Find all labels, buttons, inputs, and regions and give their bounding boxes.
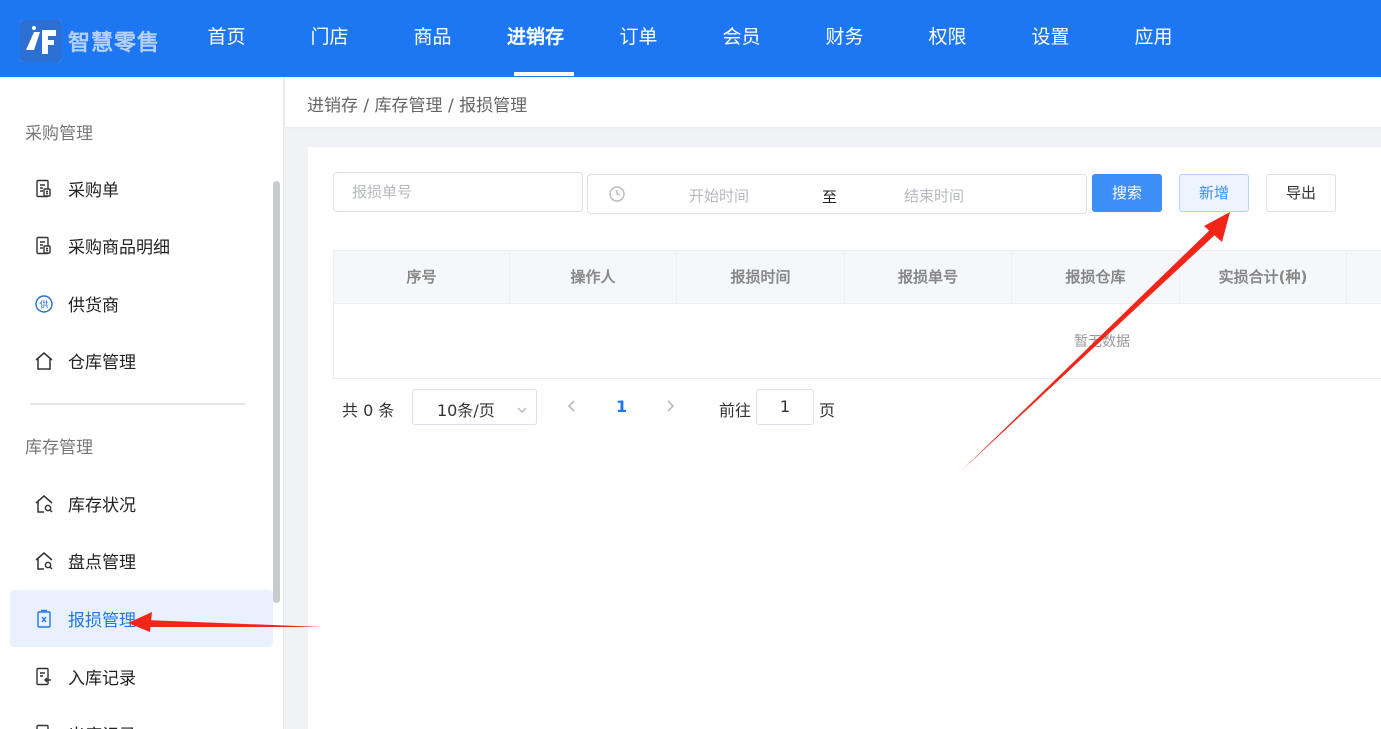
breadcrumb: 进销存 / 库存管理 / 报损管理 <box>307 96 528 116</box>
sidebar-item-label: 报损管理 <box>68 611 136 631</box>
goto-label: 前往 <box>719 401 752 420</box>
pagination-total: 共 0 条 <box>342 401 395 420</box>
date-range-picker[interactable]: 开始时间 至 结束时间 <box>587 174 1087 214</box>
house-search-icon <box>34 551 54 571</box>
nav-home[interactable]: 首页 <box>175 0 278 77</box>
clock-icon <box>608 185 626 207</box>
nav-apps[interactable]: 应用 <box>1102 0 1205 77</box>
house-search-icon <box>34 494 54 514</box>
sidebar-item-label: 仓库管理 <box>68 353 136 373</box>
prev-page-icon[interactable] <box>566 398 578 418</box>
column-header[interactable]: 实损合计(种) <box>1180 251 1347 304</box>
end-time-placeholder[interactable]: 结束时间 <box>904 185 964 206</box>
sidebar-divider <box>30 403 245 405</box>
breadcrumb-bar: 进销存 / 库存管理 / 报损管理 <box>285 77 1381 127</box>
sidebar-group-title: 采购管理 <box>25 124 93 144</box>
house-icon <box>34 351 54 371</box>
sidebar-item-label: 采购单 <box>68 181 119 201</box>
main-nav: 首页 门店 商品 进销存 订单 会员 财务 权限 设置 应用 <box>175 0 1205 77</box>
start-time-placeholder[interactable]: 开始时间 <box>689 185 749 206</box>
column-header[interactable]: 报损仓库 <box>1012 251 1180 304</box>
nav-permissions[interactable]: 权限 <box>896 0 999 77</box>
brand-name: 智慧零售 <box>68 30 161 56</box>
document-list-icon <box>34 236 54 256</box>
sidebar-item-label: 库存状况 <box>68 496 136 516</box>
column-header[interactable]: 报损单号 <box>845 251 1012 304</box>
damage-report-table: 序号 操作人 报损时间 报损单号 报损仓库 实损合计(种) 暂无数据 <box>333 250 1381 379</box>
svg-text:供: 供 <box>39 298 48 310</box>
nav-active-indicator <box>514 72 574 76</box>
sidebar-item-label: 供货商 <box>68 296 119 316</box>
column-header[interactable]: 操作人 <box>510 251 677 304</box>
sidebar-item-warehouse[interactable]: 仓库管理 <box>10 332 273 389</box>
sidebar-item-stock-status[interactable]: 库存状况 <box>10 475 273 532</box>
column-header[interactable]: 序号 <box>334 251 510 304</box>
top-navbar: 智慧零售 首页 门店 商品 进销存 订单 会员 财务 权限 设置 应用 <box>0 0 1381 77</box>
outbound-doc-icon <box>34 724 54 729</box>
page-size-select[interactable]: 10条/页 <box>412 389 537 425</box>
sidebar-item-label: 采购商品明细 <box>68 238 170 258</box>
current-page-number[interactable]: 1 <box>616 397 627 416</box>
table-header: 序号 操作人 报损时间 报损单号 报损仓库 实损合计(种) <box>334 251 1381 304</box>
nav-finance[interactable]: 财务 <box>793 0 896 77</box>
sidebar-item-purchase-order[interactable]: 采购单 <box>10 160 273 217</box>
add-button[interactable]: 新增 <box>1179 174 1249 212</box>
nav-inventory[interactable]: 进销存 <box>484 0 587 77</box>
sidebar-item-label: 入库记录 <box>68 669 136 689</box>
content-card: 报损单号 开始时间 至 结束时间 搜索 新增 导出 序号 操作人 报损时间 报损… <box>308 147 1381 729</box>
export-button[interactable]: 导出 <box>1266 174 1336 212</box>
brand-logo[interactable]: 智慧零售 <box>20 20 160 62</box>
sidebar-item-inbound-record[interactable]: 入库记录 <box>10 648 273 705</box>
sidebar-item-label: 盘点管理 <box>68 553 136 573</box>
chevron-down-icon <box>516 401 528 420</box>
trash-doc-icon <box>34 609 54 629</box>
page-size-value: 10条/页 <box>437 401 495 420</box>
damage-order-placeholder: 报损单号 <box>352 183 413 201</box>
sidebar-scrollbar[interactable] <box>273 181 280 603</box>
page-suffix-label: 页 <box>819 401 836 420</box>
goto-page-input[interactable]: 1 <box>756 389 814 425</box>
sidebar-item-supplier[interactable]: 供 供货商 <box>10 275 273 332</box>
sidebar-group-title: 库存管理 <box>25 438 93 458</box>
sidebar-item-damage-report[interactable]: 报损管理 <box>10 590 273 647</box>
nav-stores[interactable]: 门店 <box>278 0 381 77</box>
sidebar-item-outbound-record[interactable]: 出库记录 <box>10 705 273 729</box>
nav-members[interactable]: 会员 <box>690 0 793 77</box>
supplier-badge-icon: 供 <box>34 294 54 314</box>
logo-mark-icon <box>20 20 62 62</box>
column-header[interactable]: 报损时间 <box>677 251 845 304</box>
range-separator: 至 <box>822 188 838 206</box>
sidebar: 采购管理 采购单 采购商品明细 供 供货商 仓库管理 库存管理 库存状况 盘点管… <box>0 77 284 729</box>
nav-orders[interactable]: 订单 <box>587 0 690 77</box>
next-page-icon[interactable] <box>664 398 676 418</box>
sidebar-item-purchase-detail[interactable]: 采购商品明细 <box>10 217 273 274</box>
document-list-icon <box>34 179 54 199</box>
damage-order-input[interactable]: 报损单号 <box>333 172 583 212</box>
empty-state-text: 暂无数据 <box>1074 334 1130 350</box>
sidebar-item-stocktake[interactable]: 盘点管理 <box>10 532 273 589</box>
nav-products[interactable]: 商品 <box>381 0 484 77</box>
nav-settings[interactable]: 设置 <box>999 0 1102 77</box>
sidebar-item-label: 出库记录 <box>68 721 136 729</box>
inbound-doc-icon <box>34 667 54 687</box>
search-button[interactable]: 搜索 <box>1092 174 1162 212</box>
